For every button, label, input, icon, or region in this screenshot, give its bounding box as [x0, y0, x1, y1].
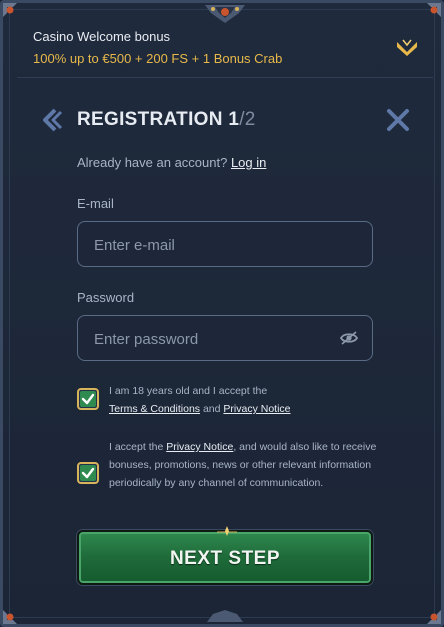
email-label: E-mail [77, 196, 114, 211]
registration-title-text: REGISTRATION 1 [77, 109, 240, 130]
login-prompt-text: Already have an account? [77, 155, 228, 170]
registration-title: REGISTRATION 1/2 [77, 109, 256, 131]
email-field-box [77, 221, 373, 268]
marketing-text-before: I accept the [109, 441, 164, 453]
close-icon[interactable] [385, 107, 411, 133]
marketing-checkbox[interactable] [77, 462, 99, 484]
age-terms-text: I am 18 years old and I accept the Terms… [109, 382, 389, 418]
sparkle-icon [217, 526, 237, 536]
next-step-button[interactable]: NEXT STEP [77, 526, 373, 585]
bonus-bar[interactable]: Casino Welcome bonus 100% up to €500 + 2… [17, 21, 433, 78]
bottom-ornament-icon [207, 610, 243, 622]
eye-icon[interactable] [340, 330, 358, 346]
registration-step-total: /2 [239, 109, 256, 130]
bonus-offer: 100% up to €500 + 200 FS + 1 Bonus Crab [33, 51, 283, 66]
chevron-left-icon[interactable] [39, 107, 65, 133]
registration-modal: Casino Welcome bonus 100% up to €500 + 2… [0, 0, 444, 627]
checkmark-icon [80, 391, 96, 407]
next-step-label: NEXT STEP [169, 548, 281, 569]
marketing-text: I accept the Privacy Notice, and would a… [109, 438, 377, 492]
login-prompt: Already have an account? Log in [77, 155, 266, 170]
password-label: Password [77, 290, 135, 305]
terms-link[interactable]: Terms & Conditions [109, 403, 200, 415]
chevron-down-icon[interactable] [395, 38, 419, 58]
marketing-privacy-link[interactable]: Privacy Notice [166, 441, 233, 453]
checkmark-icon [80, 465, 96, 481]
bonus-title: Casino Welcome bonus [33, 29, 171, 44]
age-terms-and: and [202, 403, 221, 415]
corner-ornament-icon [3, 610, 17, 624]
email-field[interactable] [92, 222, 326, 268]
password-field[interactable] [92, 316, 326, 362]
age-terms-checkbox[interactable] [77, 388, 99, 410]
login-link[interactable]: Log in [231, 155, 266, 170]
password-field-box [77, 315, 373, 362]
privacy-link[interactable]: Privacy Notice [223, 403, 290, 415]
corner-ornament-icon [427, 610, 441, 624]
age-terms-text-before: I am 18 years old and I accept the [109, 385, 268, 397]
